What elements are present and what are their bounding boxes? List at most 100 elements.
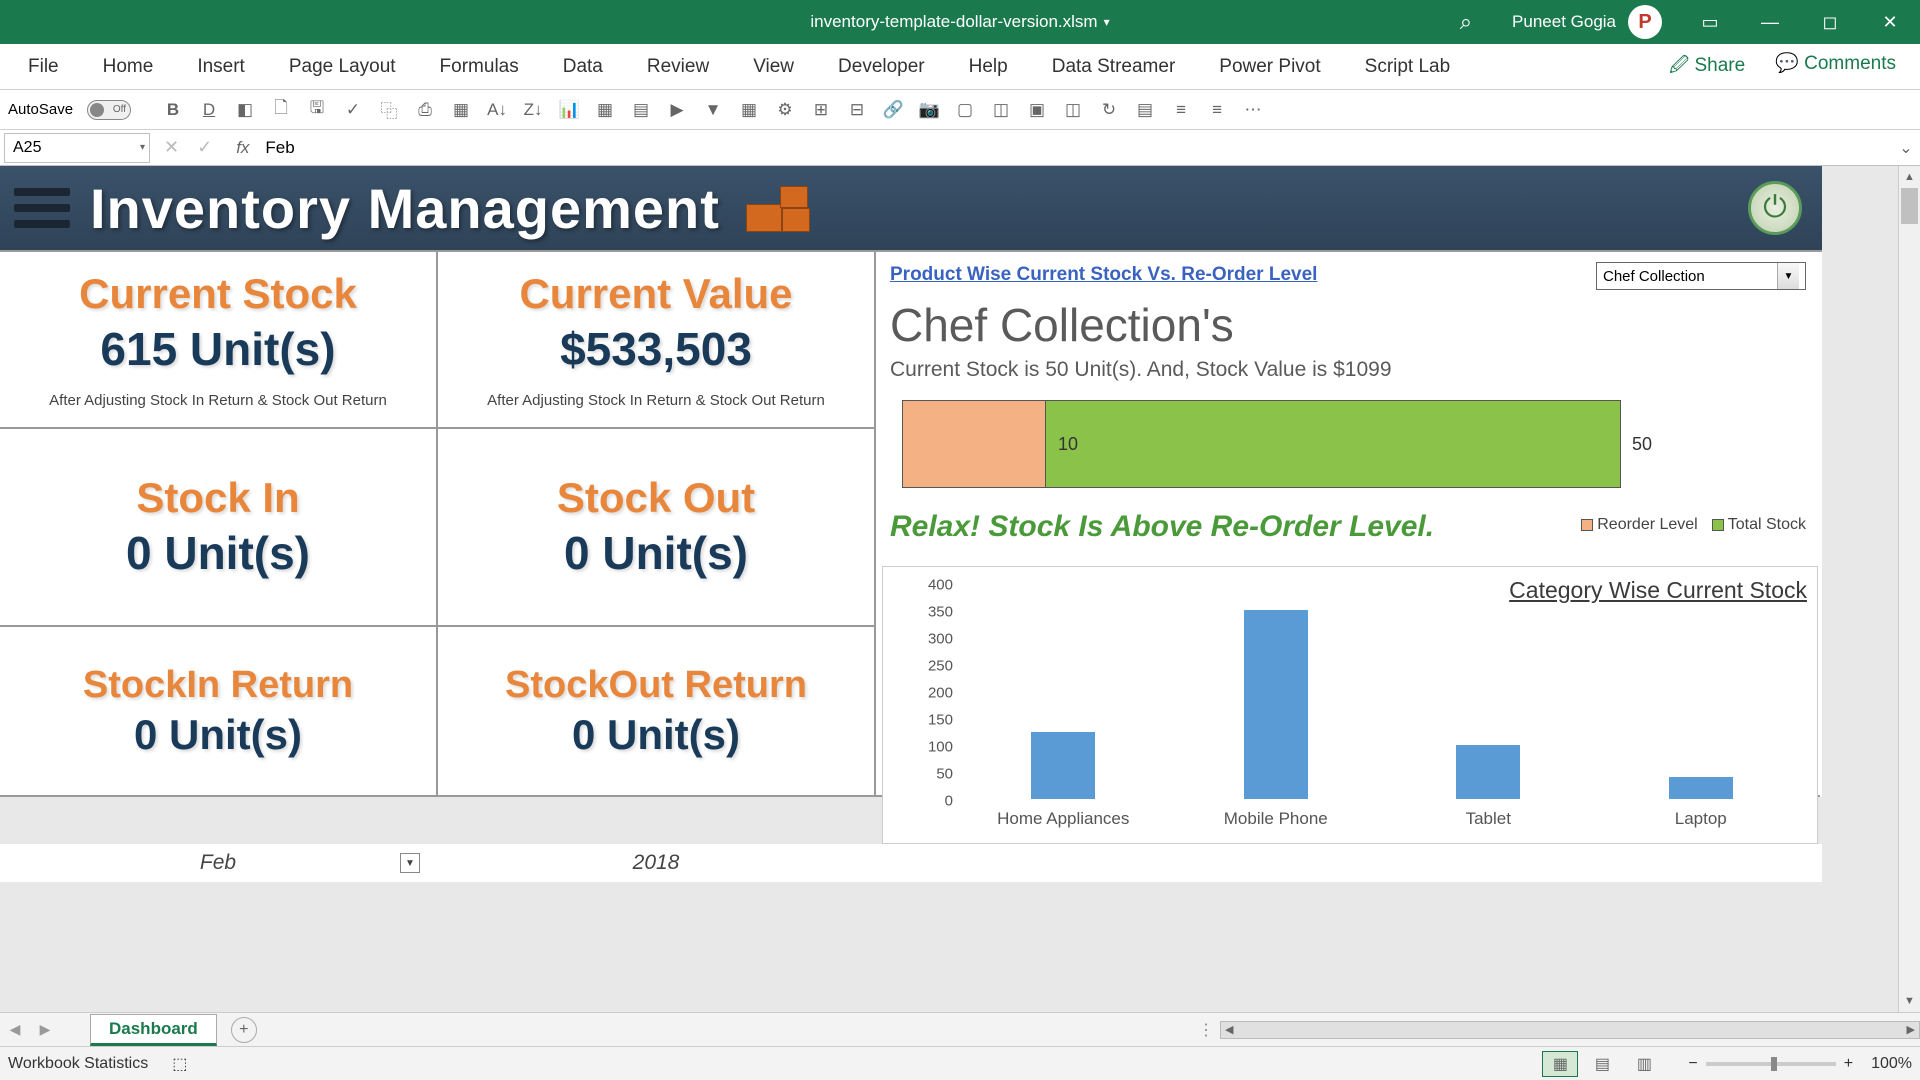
ungroup-icon[interactable]: ⊟ — [843, 96, 871, 124]
decrease-indent-icon[interactable]: ≡ — [1167, 96, 1195, 124]
tab-nav-prev-icon[interactable]: ◀ — [0, 1021, 30, 1038]
card-stock-in: Stock In 0 Unit(s) — [0, 429, 438, 627]
group-icon[interactable]: ⊞ — [807, 96, 835, 124]
tab-nav-next-icon[interactable]: ▶ — [30, 1021, 60, 1038]
tab-review[interactable]: Review — [625, 44, 731, 89]
category-label: Mobile Phone — [1224, 809, 1328, 829]
card-current-stock: Current Stock 615 Unit(s) After Adjustin… — [0, 252, 438, 429]
maximize-icon[interactable]: ◻ — [1800, 0, 1860, 44]
enter-formula-icon[interactable]: ✓ — [197, 137, 212, 158]
card-stockin-return: StockIn Return 0 Unit(s) — [0, 627, 438, 797]
close-icon[interactable]: ✕ — [1860, 0, 1920, 44]
sheet-tab-dashboard[interactable]: Dashboard — [90, 1014, 217, 1046]
tab-data[interactable]: Data — [541, 44, 625, 89]
zoom-level[interactable]: 100% — [1871, 1055, 1912, 1073]
menu-icon[interactable] — [14, 180, 70, 236]
workbook-statistics[interactable]: Workbook Statistics — [8, 1055, 148, 1073]
more-icon[interactable]: ⋯ — [1239, 96, 1267, 124]
scroll-down-icon[interactable]: ▼ — [1899, 990, 1920, 1012]
expand-formula-icon[interactable]: ⌄ — [1892, 138, 1920, 158]
spelling-icon[interactable]: ✓ — [339, 96, 367, 124]
ribbon-display-icon[interactable]: ▭ — [1680, 0, 1740, 44]
merge-left-icon[interactable]: ◫ — [987, 96, 1015, 124]
page-setup-icon[interactable]: ▤ — [1131, 96, 1159, 124]
increase-indent-icon[interactable]: ≡ — [1203, 96, 1231, 124]
border-icon[interactable]: ▢ — [951, 96, 979, 124]
product-select[interactable]: Chef Collection▼ — [1596, 262, 1806, 290]
underline-icon[interactable]: D — [195, 96, 223, 124]
dashboard-title: Inventory Management — [90, 176, 720, 241]
category-label: Home Appliances — [997, 809, 1129, 829]
vertical-scrollbar[interactable]: ▲ ▼ — [1898, 166, 1920, 1012]
worksheet-area[interactable]: Inventory Management ⏻ Current Stock 615… — [0, 166, 1920, 1012]
dropdown-icon[interactable]: ▾ — [1104, 15, 1110, 29]
tab-developer[interactable]: Developer — [816, 44, 947, 89]
pivot-icon[interactable]: ▦ — [591, 96, 619, 124]
tab-power-pivot[interactable]: Power Pivot — [1197, 44, 1342, 89]
tab-script-lab[interactable]: Script Lab — [1343, 44, 1473, 89]
formula-input[interactable]: Feb — [259, 138, 1892, 158]
zoom-out-icon[interactable]: − — [1688, 1055, 1697, 1073]
horizontal-scrollbar[interactable]: ◀ ▶ — [1220, 1021, 1920, 1039]
add-sheet-icon[interactable]: + — [231, 1017, 257, 1043]
camera-icon[interactable]: 📷 — [915, 96, 943, 124]
tab-insert[interactable]: Insert — [175, 44, 267, 89]
autosave-toggle[interactable]: Off — [87, 100, 131, 120]
status-bar: Workbook Statistics ⬚ ▦ ▤ ▥ − + 100% — [0, 1046, 1920, 1080]
tab-file[interactable]: File — [6, 44, 81, 89]
connections-icon[interactable]: 🔗 — [879, 96, 907, 124]
cancel-formula-icon[interactable]: ✕ — [164, 137, 179, 158]
tab-data-streamer[interactable]: Data Streamer — [1030, 44, 1198, 89]
fill-color-icon[interactable]: ◧ — [231, 96, 259, 124]
comments-button[interactable]: 💬 Comments — [1775, 51, 1896, 83]
bold-icon[interactable]: B — [159, 96, 187, 124]
title-bar: inventory-template-dollar-version.xlsm ▾… — [0, 0, 1920, 44]
copy-icon[interactable]: ⿻ — [375, 96, 403, 124]
avatar[interactable]: P — [1628, 5, 1662, 39]
product-name: Chef Collection's — [890, 298, 1806, 352]
category-chart: Category Wise Current Stock 050100150200… — [882, 566, 1818, 844]
scroll-up-icon[interactable]: ▲ — [1899, 166, 1920, 188]
page-layout-view-icon[interactable]: ▤ — [1584, 1051, 1620, 1077]
tab-help[interactable]: Help — [947, 44, 1030, 89]
fx-icon[interactable]: fx — [236, 138, 249, 158]
month-select[interactable]: Feb ▼ — [0, 844, 438, 882]
print-icon[interactable]: ⎙ — [411, 96, 439, 124]
tab-view[interactable]: View — [731, 44, 816, 89]
macro-record-icon[interactable]: ⬚ — [172, 1054, 187, 1074]
chevron-down-icon[interactable]: ▼ — [1777, 263, 1799, 289]
merge-right-icon[interactable]: ◫ — [1059, 96, 1087, 124]
share-button[interactable]: 🖉 Share — [1669, 51, 1745, 83]
freeze-icon[interactable]: ▤ — [627, 96, 655, 124]
vba-icon[interactable]: ⚙ — [771, 96, 799, 124]
new-file-icon[interactable]: 🗋 — [267, 96, 295, 124]
save-icon[interactable]: 🖫 — [303, 96, 331, 124]
name-box[interactable]: A25▾ — [4, 133, 150, 163]
zoom-slider[interactable] — [1706, 1062, 1836, 1066]
merge-center-icon[interactable]: ▣ — [1023, 96, 1051, 124]
chart-icon[interactable]: 📊 — [555, 96, 583, 124]
search-icon[interactable]: ⌕ — [1460, 9, 1472, 35]
user-name: Puneet Gogia — [1512, 12, 1616, 32]
card-stockout-return: StockOut Return 0 Unit(s) — [438, 627, 876, 797]
tab-formulas[interactable]: Formulas — [418, 44, 541, 89]
normal-view-icon[interactable]: ▦ — [1542, 1051, 1578, 1077]
sort-desc-icon[interactable]: Z↓ — [519, 96, 547, 124]
date-row: Feb ▼ 2018 — [0, 844, 1822, 882]
refresh-icon[interactable]: ↻ — [1095, 96, 1123, 124]
power-icon[interactable]: ⏻ — [1748, 181, 1802, 235]
macros-icon[interactable]: ▶ — [663, 96, 691, 124]
product-sub: Current Stock is 50 Unit(s). And, Stock … — [890, 358, 1806, 382]
card-current-value: Current Value $533,503 After Adjusting S… — [438, 252, 876, 429]
zoom-in-icon[interactable]: + — [1844, 1055, 1853, 1073]
filter-icon[interactable]: ▼ — [699, 96, 727, 124]
page-break-view-icon[interactable]: ▥ — [1626, 1051, 1662, 1077]
chevron-down-icon[interactable]: ▼ — [400, 853, 420, 873]
sort-asc-icon[interactable]: A↓ — [483, 96, 511, 124]
scrollbar-thumb[interactable] — [1901, 188, 1918, 224]
print-preview-icon[interactable]: ▦ — [447, 96, 475, 124]
table-icon[interactable]: ▦ — [735, 96, 763, 124]
tab-home[interactable]: Home — [81, 44, 176, 89]
minimize-icon[interactable]: ― — [1740, 0, 1800, 44]
tab-page-layout[interactable]: Page Layout — [267, 44, 418, 89]
